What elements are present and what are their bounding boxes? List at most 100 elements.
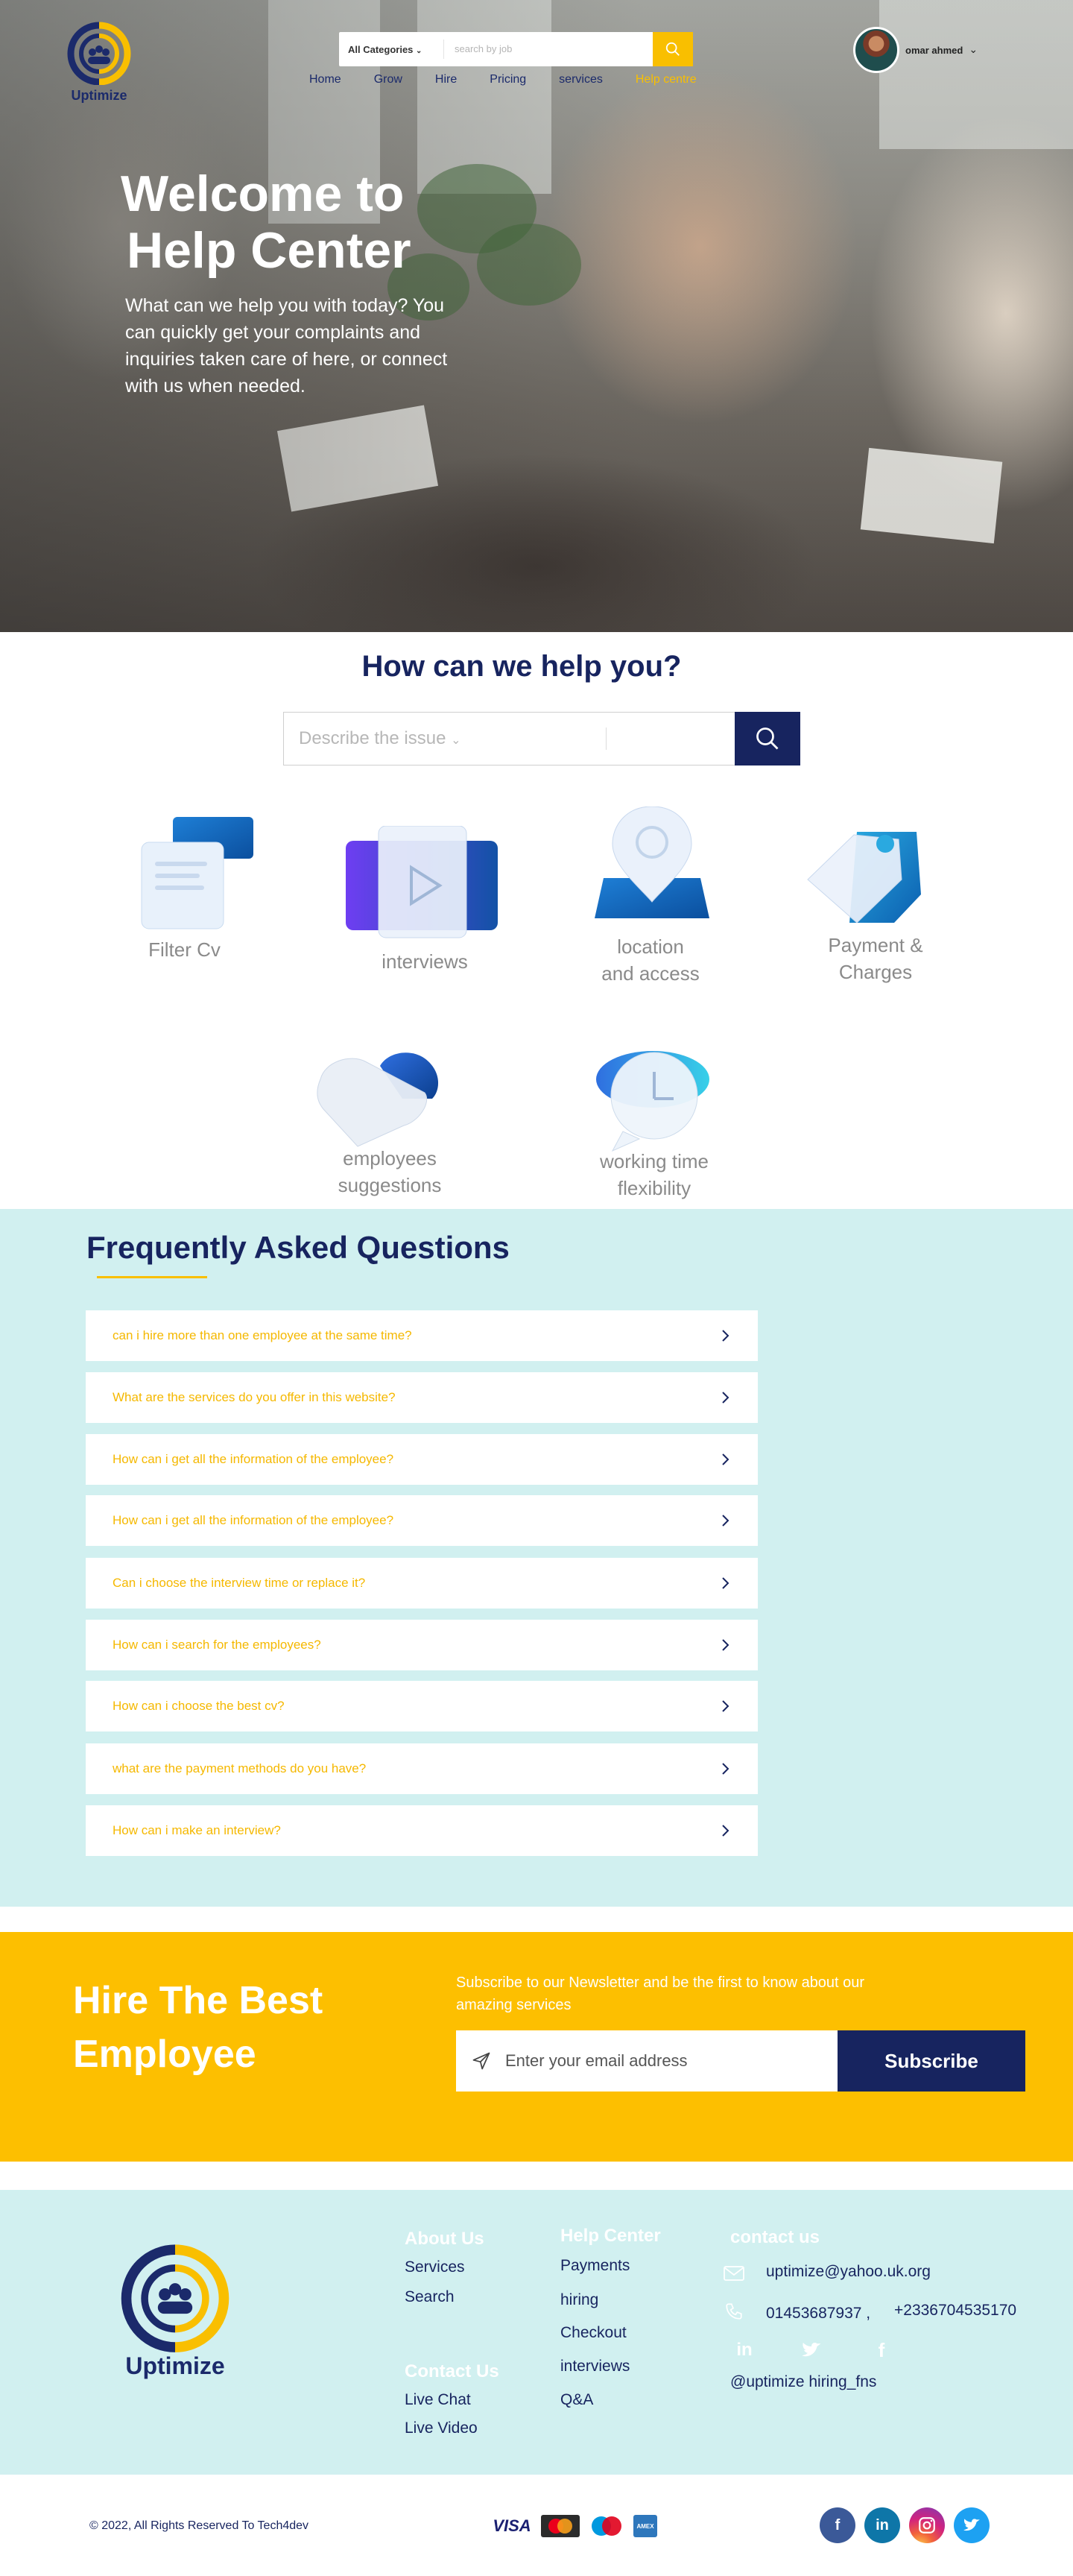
footer-handle[interactable]: @uptimize hiring_fns xyxy=(730,2373,876,2391)
faq-item[interactable]: what are the payment methods do you have… xyxy=(86,1743,758,1794)
video-play-icon xyxy=(344,825,501,948)
footer-link-services[interactable]: Services xyxy=(405,2258,465,2276)
chevron-down-icon: ⌄ xyxy=(969,44,978,56)
hero-subtitle: What can we help you with today? You can… xyxy=(125,295,448,397)
category-payment-charges[interactable]: Payment & Charges xyxy=(799,932,952,985)
nav-home[interactable]: Home xyxy=(309,73,341,86)
linkedin-icon[interactable]: in xyxy=(733,2339,756,2361)
faq-item[interactable]: How can i choose the best cv? xyxy=(86,1681,758,1731)
footer-logo[interactable]: Uptimize xyxy=(112,2244,238,2380)
clock-chat-icon xyxy=(593,1049,712,1157)
footer-phone-1[interactable]: 01453687937 , xyxy=(766,2305,870,2323)
chevron-right-icon xyxy=(722,1392,729,1404)
faq-title: Frequently Asked Questions xyxy=(86,1230,510,1265)
category-working-time[interactable]: working time flexibility xyxy=(575,1148,733,1202)
category-location-access[interactable]: location and access xyxy=(574,933,727,987)
avatar xyxy=(853,27,899,73)
newsletter-subtitle: Subscribe to our Newsletter and be the f… xyxy=(456,1974,865,2013)
email-field[interactable]: Enter your email address xyxy=(456,2030,838,2092)
category-label: interviews xyxy=(382,950,468,973)
faq-question: How can i get all the information of the… xyxy=(113,1513,394,1527)
faq-item[interactable]: How can i get all the information of the… xyxy=(86,1495,758,1546)
search-input[interactable]: search by job xyxy=(443,40,653,59)
footer-email[interactable]: uptimize@yahoo.uk.org xyxy=(766,2263,931,2281)
faq-question: How can i choose the best cv? xyxy=(113,1699,285,1713)
faq-question: What are the services do you offer in th… xyxy=(113,1390,396,1404)
category-select[interactable]: All Categories ⌄ xyxy=(339,44,443,55)
category-label: Payment & xyxy=(828,934,923,956)
facebook-icon[interactable]: f xyxy=(820,2507,855,2543)
chevron-right-icon xyxy=(722,1639,729,1651)
chevron-down-icon: ⌄ xyxy=(416,46,422,55)
faq-question: can i hire more than one employee at the… xyxy=(113,1328,412,1342)
page-title: Welcome to Help Center xyxy=(121,165,508,279)
location-pin-icon xyxy=(589,806,715,929)
issue-select[interactable]: Describe the issue ⌄ xyxy=(283,712,800,765)
category-label-line2: suggestions xyxy=(338,1174,442,1196)
mail-icon xyxy=(724,2266,744,2281)
footer-contact-us-heading: contact us xyxy=(730,2227,820,2247)
chevron-right-icon xyxy=(722,1763,729,1775)
search-icon xyxy=(756,727,779,750)
search-icon xyxy=(665,42,680,56)
faq-item[interactable]: How can i search for the employees? xyxy=(86,1620,758,1670)
issue-search-button[interactable] xyxy=(735,712,800,765)
footer-link-qa[interactable]: Q&A xyxy=(560,2391,593,2409)
category-filter-cv[interactable]: Filter Cv xyxy=(119,936,250,963)
footer-link-payments[interactable]: Payments xyxy=(560,2257,630,2275)
nav-pricing[interactable]: Pricing xyxy=(490,73,526,86)
user-menu[interactable]: omar ahmed ⌄ xyxy=(853,27,978,73)
nav-services[interactable]: services xyxy=(559,73,603,86)
footer-link-checkout[interactable]: Checkout xyxy=(560,2324,627,2342)
maestro-icon xyxy=(586,2515,627,2537)
email-placeholder: Enter your email address xyxy=(505,2051,688,2070)
nav-help-centre[interactable]: Help centre xyxy=(636,73,697,86)
chevron-right-icon xyxy=(722,1453,729,1465)
heart-icon xyxy=(313,1051,447,1151)
linkedin-icon[interactable]: in xyxy=(864,2507,900,2543)
faq-question: How can i search for the employees? xyxy=(113,1638,321,1652)
category-label: All Categories xyxy=(348,43,414,55)
uptimize-logo-icon xyxy=(121,2244,230,2352)
twitter-icon[interactable] xyxy=(800,2339,823,2361)
faq-item[interactable]: Can i choose the interview time or repla… xyxy=(86,1558,758,1609)
faq-item[interactable]: can i hire more than one employee at the… xyxy=(86,1310,758,1361)
brand-logo[interactable]: Uptimize xyxy=(58,21,140,103)
twitter-icon[interactable] xyxy=(954,2507,990,2543)
newsletter-title-line1: Hire The Best xyxy=(73,1979,323,2022)
category-label: employees xyxy=(343,1147,437,1169)
main-nav: Home Grow Hire Pricing services Help cen… xyxy=(309,73,729,86)
footer-help-heading: Help Center xyxy=(560,2226,661,2246)
footer-link-search[interactable]: Search xyxy=(405,2288,455,2306)
search-button[interactable] xyxy=(653,32,693,66)
uptimize-logo-icon xyxy=(67,22,131,86)
visa-label: VISA xyxy=(493,2516,531,2535)
nav-hire[interactable]: Hire xyxy=(435,73,457,86)
copyright: © 2022, All Rights Reserved To Tech4dev xyxy=(89,2519,309,2532)
subscribe-button[interactable]: Subscribe xyxy=(838,2030,1025,2092)
issue-label: Describe the issue ⌄ xyxy=(284,728,606,749)
footer-contact-heading: Contact Us xyxy=(405,2361,499,2381)
chevron-right-icon xyxy=(722,1577,729,1589)
nav-grow[interactable]: Grow xyxy=(374,73,402,86)
chevron-right-icon xyxy=(722,1515,729,1527)
brand-name: Uptimize xyxy=(71,88,127,103)
chevron-right-icon xyxy=(722,1330,729,1342)
faq-item[interactable]: What are the services do you offer in th… xyxy=(86,1372,758,1423)
footer-about-heading: About Us xyxy=(405,2229,484,2249)
facebook-icon[interactable]: f xyxy=(870,2339,893,2361)
footer-link-hiring[interactable]: hiring xyxy=(560,2291,598,2309)
category-employees-suggestions[interactable]: employees suggestions xyxy=(311,1145,468,1199)
faq-item[interactable]: How can i get all the information of the… xyxy=(86,1434,758,1485)
category-interviews[interactable]: interviews xyxy=(350,948,499,975)
filter-cv-icon xyxy=(139,817,258,939)
category-label-line2: Charges xyxy=(838,961,913,983)
faq-item[interactable]: How can i make an interview? xyxy=(86,1805,758,1856)
footer-link-interviews[interactable]: interviews xyxy=(560,2358,630,2375)
category-label-line2: and access xyxy=(601,962,700,985)
footer-link-live-chat[interactable]: Live Chat xyxy=(405,2391,471,2409)
footer-link-live-video[interactable]: Live Video xyxy=(405,2419,478,2437)
footer-phone-2[interactable]: +2336704535170 xyxy=(894,2302,1016,2320)
category-label-line2: flexibility xyxy=(617,1177,691,1199)
instagram-icon[interactable] xyxy=(909,2507,945,2543)
